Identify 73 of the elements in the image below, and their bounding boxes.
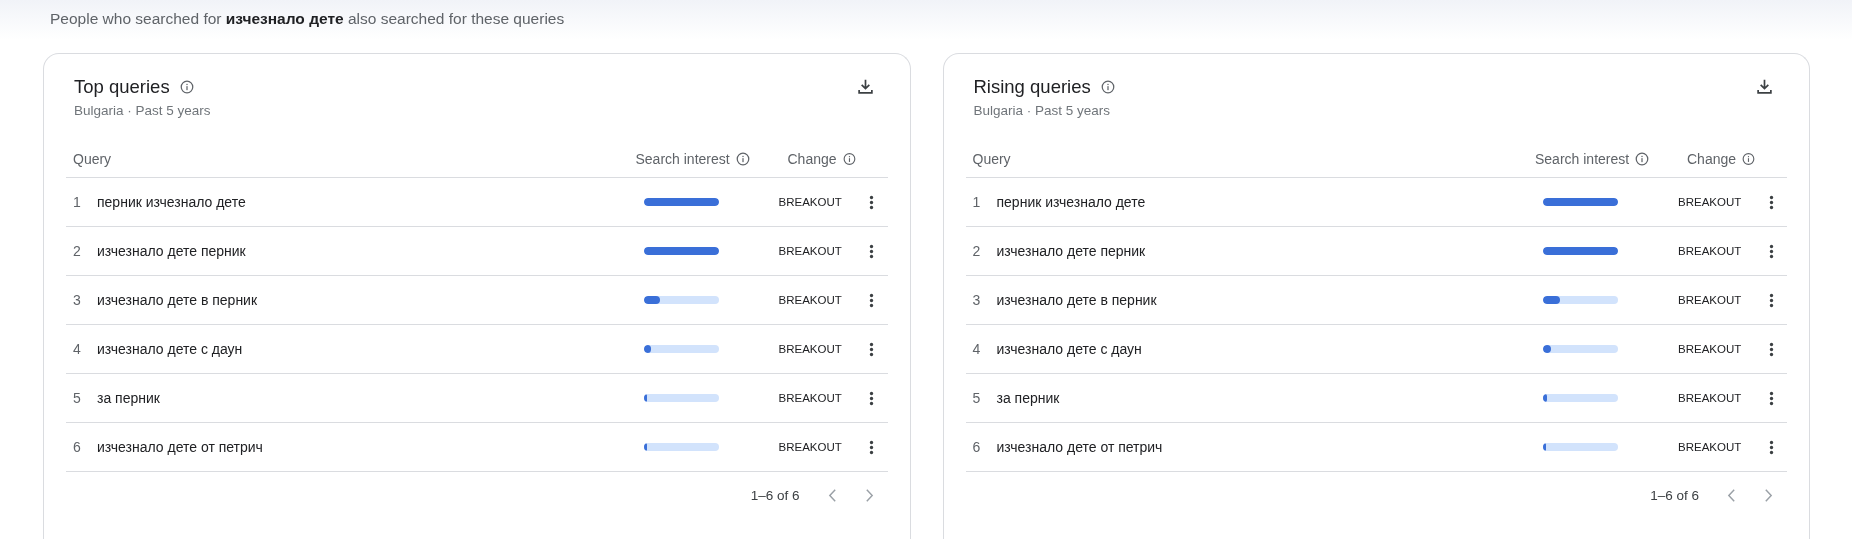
rank-number: 5 [971, 390, 982, 406]
card-title: Rising queries [973, 76, 1091, 98]
more-icon[interactable] [869, 439, 874, 455]
change-label: BREAKOUT [777, 441, 843, 453]
pagination-text: 1–6 of 6 [1650, 487, 1699, 503]
query-link[interactable]: изчезнало дете в перник [97, 292, 636, 308]
rank-number: 5 [72, 390, 82, 406]
rank-number: 3 [72, 292, 82, 308]
query-link[interactable]: за перник [996, 390, 1535, 406]
intro-text: People who searched for изчезнало дете also searched for these queries [49, 9, 566, 29]
more-icon[interactable] [1768, 194, 1774, 210]
more-icon[interactable] [869, 390, 874, 406]
more-icon[interactable] [869, 341, 874, 357]
rank-number: 2 [72, 243, 82, 259]
query-link[interactable]: изчезнало дете от петрич [996, 439, 1535, 455]
query-link[interactable]: изчезнало дете перник [996, 243, 1535, 259]
pagination-text: 1–6 of 6 [750, 487, 800, 503]
more-icon[interactable] [1768, 341, 1774, 357]
more-icon[interactable] [1768, 390, 1774, 406]
change-label: BREAKOUT [1677, 343, 1743, 355]
card-subtitle: Bulgaria · Past 5 years [74, 103, 211, 118]
more-icon[interactable] [1768, 439, 1774, 455]
rank-number: 3 [971, 292, 982, 308]
download-icon[interactable] [1756, 78, 1773, 95]
previous-page-button[interactable] [827, 487, 837, 503]
query-link[interactable]: перник изчезнало дете [97, 194, 636, 210]
change-label: BREAKOUT [1677, 196, 1743, 208]
change-label: BREAKOUT [777, 245, 843, 257]
change-label: BREAKOUT [777, 196, 843, 208]
more-icon[interactable] [1768, 292, 1774, 308]
card-title: Top queries [74, 76, 170, 98]
column-header: Query [971, 150, 1012, 167]
download-icon[interactable] [856, 78, 874, 95]
next-page-button[interactable] [1764, 487, 1773, 503]
info-icon[interactable] [1635, 151, 1650, 166]
change-label: BREAKOUT [777, 294, 843, 306]
more-icon[interactable] [1768, 243, 1774, 259]
change-label: BREAKOUT [1677, 245, 1743, 257]
query-link[interactable]: изчезнало дете в перник [996, 292, 1535, 308]
query-link[interactable]: изчезнало дете с даун [97, 341, 636, 357]
column-header: Change [787, 150, 837, 167]
column-header: Search interest [1535, 150, 1630, 167]
column-header: Query [72, 150, 113, 167]
rank-number: 4 [971, 341, 982, 357]
rank-number: 2 [971, 243, 982, 259]
previous-page-button[interactable] [1727, 487, 1736, 503]
rank-number: 4 [72, 341, 82, 357]
rank-number: 1 [72, 194, 82, 210]
query-link[interactable]: изчезнало дете перник [97, 243, 636, 259]
info-icon[interactable] [842, 151, 856, 166]
query-link[interactable]: за перник [97, 390, 636, 406]
next-page-button[interactable] [864, 487, 874, 503]
info-icon[interactable] [179, 80, 194, 94]
card-subtitle: Bulgaria · Past 5 years [973, 103, 1112, 118]
query-link[interactable]: изчезнало дете от петрич [97, 439, 636, 455]
rank-number: 1 [971, 194, 982, 210]
change-label: BREAKOUT [1677, 294, 1743, 306]
change-label: BREAKOUT [777, 392, 843, 404]
rank-number: 6 [72, 439, 82, 455]
query-link[interactable]: перник изчезнало дете [996, 194, 1535, 210]
change-label: BREAKOUT [777, 343, 843, 355]
change-label: BREAKOUT [1677, 441, 1743, 453]
info-icon[interactable] [1100, 80, 1115, 94]
info-icon[interactable] [1742, 151, 1755, 166]
column-header: Change [1687, 150, 1737, 167]
more-icon[interactable] [869, 292, 874, 308]
change-label: BREAKOUT [1677, 392, 1743, 404]
info-icon[interactable] [735, 151, 750, 166]
query-link[interactable]: изчезнало дете с даун [996, 341, 1535, 357]
column-header: Search interest [635, 150, 730, 167]
rank-number: 6 [971, 439, 982, 455]
more-icon[interactable] [869, 243, 874, 259]
more-icon[interactable] [869, 194, 874, 210]
